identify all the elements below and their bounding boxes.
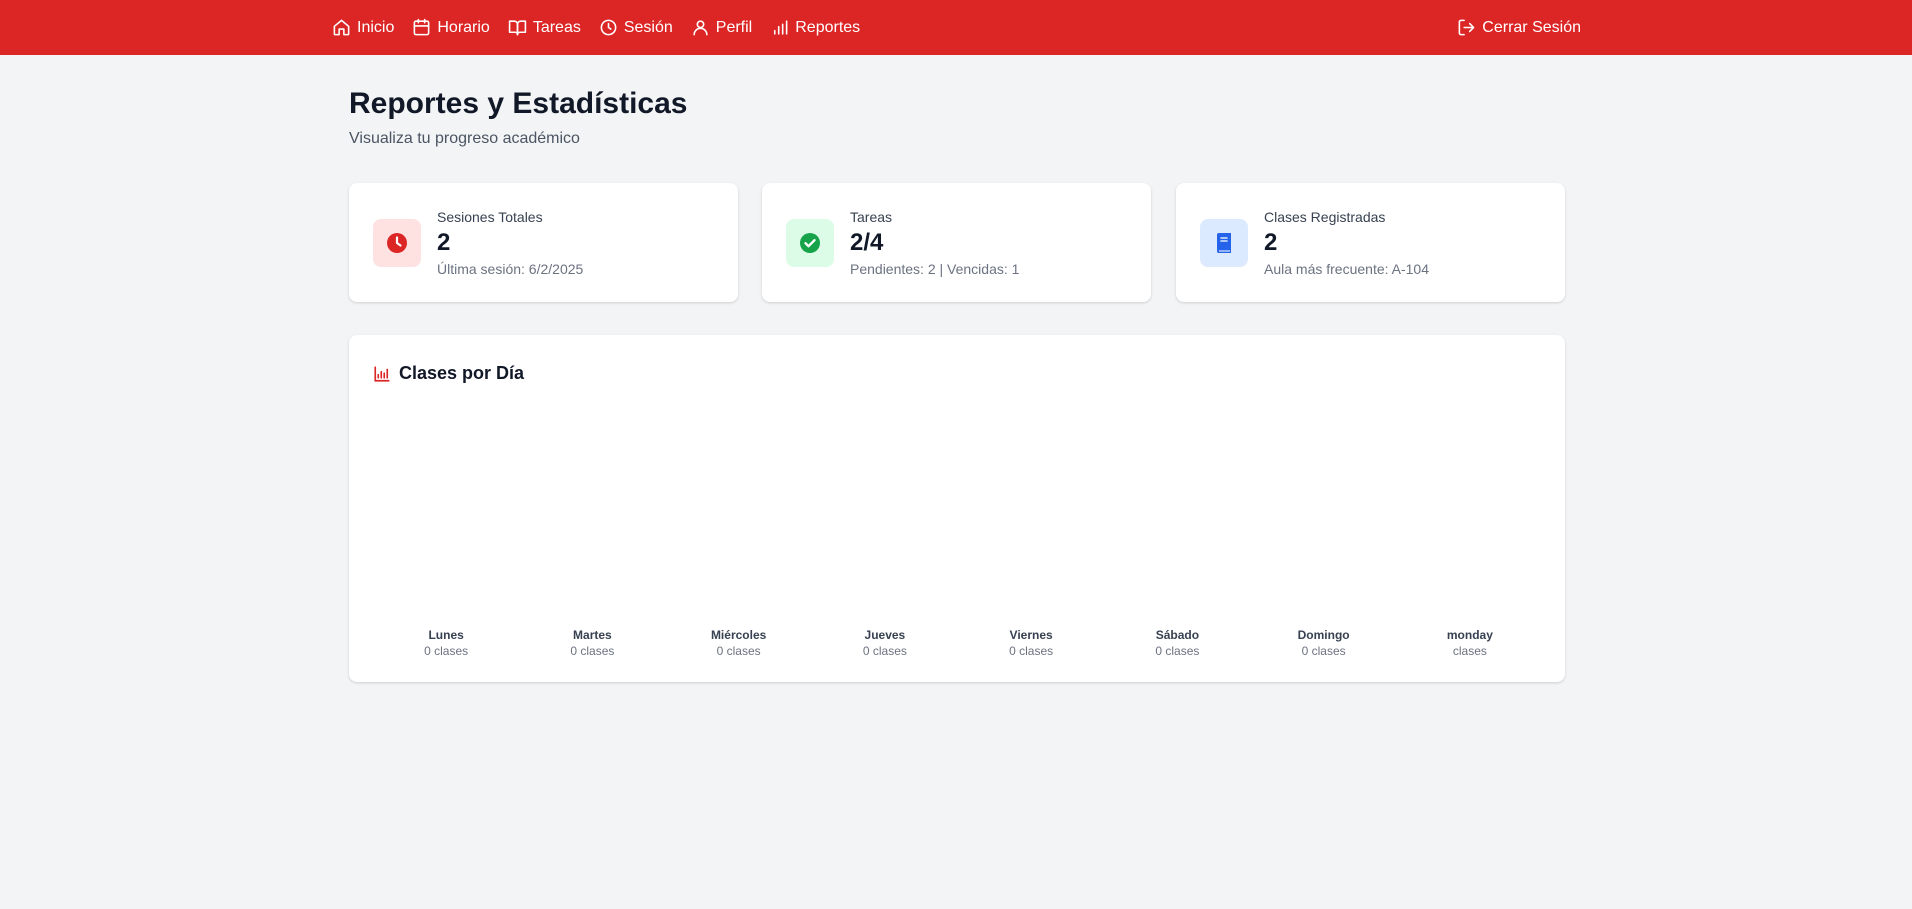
home-icon: [333, 19, 350, 36]
tasks-icon-box: [786, 219, 834, 267]
chart-header: Clases por Día: [373, 363, 524, 384]
bar-slot: [519, 415, 665, 605]
bar-slot: [373, 415, 519, 605]
nav-label: Perfil: [715, 18, 753, 36]
day-name-label: Jueves: [864, 628, 906, 642]
bar-slot: [1397, 415, 1543, 605]
day-count-label: clases: [1452, 644, 1487, 658]
book-open-icon: [508, 20, 527, 36]
stat-card-sessions: Sesiones Totales 2 Última sesión: 6/2/20…: [349, 183, 738, 302]
day-name-label: Miércoles: [710, 628, 767, 642]
day-name-label: Martes: [573, 628, 612, 642]
bar-chart-icon: [374, 365, 390, 382]
stat-label: Tareas: [850, 209, 893, 225]
stat-card-tasks: Tareas 2/4 Pendientes: 2 | Vencidas: 1: [762, 183, 1151, 302]
bar-slot: [1104, 415, 1250, 605]
stat-value: 2: [437, 229, 451, 256]
bar-slot: [958, 415, 1104, 605]
calendar-icon: [413, 18, 430, 36]
user-icon: [693, 20, 708, 36]
top-navbar: Inicio Horario Tareas Sesión Perfil Repo…: [0, 0, 1912, 55]
stat-label: Clases Registradas: [1264, 209, 1386, 225]
day-count-label: 0 clases: [570, 644, 615, 658]
stat-value: 2: [1264, 229, 1278, 256]
day-label-column: Domingo 0 clases: [1251, 627, 1397, 659]
day-count-label: 0 clases: [1301, 644, 1346, 658]
clock-icon: [387, 233, 407, 253]
nav-item-tareas[interactable]: Tareas: [508, 18, 581, 37]
day-label-column: Jueves 0 clases: [812, 627, 958, 659]
nav-label: Inicio: [357, 18, 395, 36]
logout-icon: [1458, 19, 1475, 36]
nav-links: Inicio Horario Tareas Sesión Perfil Repo…: [332, 0, 878, 55]
day-name-label: Sábado: [1155, 628, 1200, 642]
day-label-column: Miércoles 0 clases: [666, 627, 812, 659]
bar-slot: [666, 415, 812, 605]
nav-label: Horario: [437, 18, 490, 36]
day-label-column: Viernes 0 clases: [958, 627, 1104, 659]
stat-subtext: Última sesión: 6/2/2025: [437, 261, 584, 277]
day-count-label: 0 clases: [1155, 644, 1200, 658]
chart-title: Clases por Día: [399, 363, 525, 383]
classes-per-day-chart: Clases por Día Lunes 0 clases Martes 0 clas…: [349, 335, 1565, 682]
day-label-column: Sábado 0 clases: [1104, 627, 1250, 659]
day-count-label: 0 clases: [1009, 644, 1054, 658]
bar-slot: [1251, 415, 1397, 605]
day-count-label: 0 clases: [862, 644, 907, 658]
nav-label: Reportes: [795, 18, 861, 36]
page-title: Reportes y Estadísticas: [349, 87, 688, 120]
nav-item-sesion[interactable]: Sesión: [599, 18, 673, 37]
stat-value: 2/4: [850, 229, 884, 256]
sessions-icon-box: [373, 219, 421, 267]
check-circle-icon: [800, 233, 820, 253]
day-label-column: Martes 0 clases: [519, 627, 665, 659]
nav-label: Tareas: [532, 18, 581, 36]
stat-card-classes: Clases Registradas 2 Aula más frecuente:…: [1176, 183, 1565, 302]
stat-label: Sesiones Totales: [437, 209, 543, 225]
day-name-label: Viernes: [1009, 628, 1053, 642]
nav-item-horario[interactable]: Horario: [412, 18, 490, 37]
chart-day-labels: Lunes 0 clases Martes 0 clases Miércoles 0 cl…: [373, 627, 1543, 659]
chart-bars-area: [373, 415, 1543, 605]
stat-subtext: Aula más frecuente: A-104: [1264, 261, 1429, 277]
nav-item-perfil[interactable]: Perfil: [691, 18, 752, 37]
bar-chart-icon: [774, 20, 788, 35]
nav-item-inicio[interactable]: Inicio: [332, 18, 394, 37]
day-count-label: 0 clases: [424, 644, 469, 658]
clock-icon: [600, 19, 617, 36]
day-name-label: monday: [1446, 628, 1493, 642]
page-subtitle: Visualiza tu progreso académico: [349, 130, 580, 147]
classes-icon-box: [1200, 219, 1248, 267]
day-label-column: monday clases: [1397, 627, 1543, 659]
stat-subtext: Pendientes: 2 | Vencidas: 1: [850, 261, 1020, 277]
day-name-label: Lunes: [428, 628, 464, 642]
day-count-label: 0 clases: [716, 644, 761, 658]
book-icon: [1217, 233, 1231, 254]
bar-slot: [812, 415, 958, 605]
day-name-label: Domingo: [1297, 628, 1350, 642]
logout-label: Cerrar Sesión: [1482, 18, 1581, 36]
logout-button[interactable]: Cerrar Sesión: [1457, 0, 1581, 55]
day-label-column: Lunes 0 clases: [373, 627, 519, 659]
nav-label: Sesión: [623, 18, 673, 36]
nav-item-reportes[interactable]: Reportes: [770, 18, 860, 37]
